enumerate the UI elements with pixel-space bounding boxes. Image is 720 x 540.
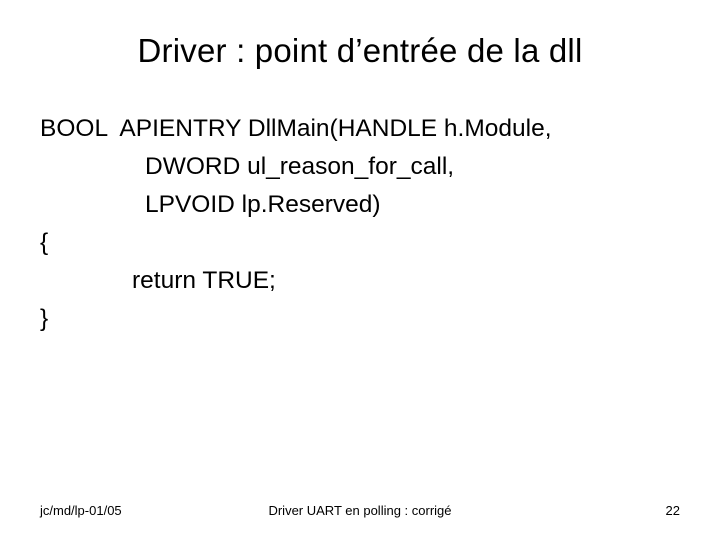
footer: jc/md/lp-01/05 Driver UART en polling : …	[40, 503, 680, 518]
code-line: {	[40, 224, 680, 262]
page-number: 22	[666, 503, 680, 518]
footer-left: jc/md/lp-01/05	[40, 503, 122, 518]
code-line: }	[40, 300, 680, 338]
code-line: return TRUE;	[40, 262, 680, 300]
code-line: LPVOID lp.Reserved)	[40, 186, 680, 224]
code-block: BOOL APIENTRY DllMain(HANDLE h.Module, D…	[40, 110, 680, 338]
slide-title: Driver : point d’entrée de la dll	[0, 32, 720, 70]
slide: Driver : point d’entrée de la dll BOOL A…	[0, 0, 720, 540]
code-line: DWORD ul_reason_for_call,	[40, 148, 680, 186]
code-line: BOOL APIENTRY DllMain(HANDLE h.Module,	[40, 110, 680, 148]
footer-center: Driver UART en polling : corrigé	[40, 503, 680, 518]
